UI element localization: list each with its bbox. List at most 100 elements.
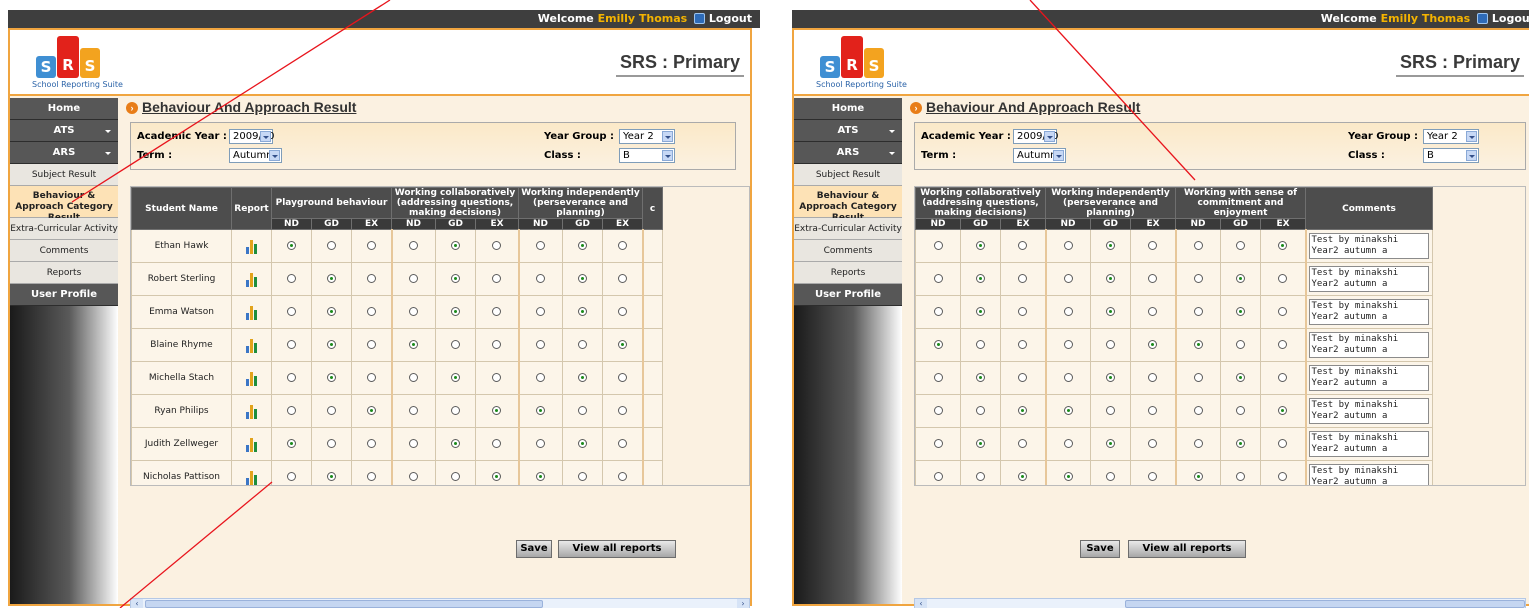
rating-radio[interactable] bbox=[1278, 439, 1288, 448]
rating-radio[interactable] bbox=[1193, 307, 1203, 316]
rating-radio[interactable] bbox=[492, 274, 502, 283]
rating-radio[interactable] bbox=[617, 439, 627, 448]
sidebar-item-extra-curricular[interactable]: Extra-Curricular Activity bbox=[10, 218, 118, 240]
rating-radio[interactable] bbox=[976, 307, 985, 316]
rating-radio[interactable] bbox=[976, 406, 985, 415]
rating-radio[interactable] bbox=[327, 307, 336, 316]
rating-radio[interactable] bbox=[976, 340, 985, 349]
rating-radio[interactable] bbox=[578, 307, 587, 316]
rating-radio[interactable] bbox=[409, 241, 419, 250]
logout-icon[interactable] bbox=[694, 13, 706, 24]
rating-radio[interactable] bbox=[1148, 241, 1158, 250]
scroll-right-icon[interactable]: › bbox=[737, 599, 749, 608]
rating-radio[interactable] bbox=[536, 241, 546, 250]
sidebar-item-user-profile[interactable]: User Profile bbox=[794, 284, 902, 306]
rating-radio[interactable] bbox=[976, 241, 985, 250]
user-name[interactable]: Emilly Thomas bbox=[598, 12, 688, 25]
rating-radio[interactable] bbox=[327, 340, 336, 349]
report-chart-icon[interactable] bbox=[245, 271, 258, 287]
rating-radio[interactable] bbox=[451, 274, 460, 283]
rating-radio[interactable] bbox=[617, 241, 627, 250]
rating-radio[interactable] bbox=[1018, 307, 1028, 316]
user-name[interactable]: Emilly Thomas bbox=[1381, 12, 1471, 25]
sidebar-item-ats[interactable]: ATS bbox=[794, 120, 902, 142]
rating-radio[interactable] bbox=[287, 241, 296, 250]
rating-radio[interactable] bbox=[933, 373, 943, 382]
rating-radio[interactable] bbox=[327, 373, 336, 382]
rating-radio[interactable] bbox=[451, 307, 460, 316]
rating-radio[interactable] bbox=[617, 373, 627, 382]
rating-radio[interactable] bbox=[1063, 340, 1073, 349]
sidebar-item-comments[interactable]: Comments bbox=[10, 240, 118, 262]
rating-radio[interactable] bbox=[1278, 406, 1288, 415]
rating-radio[interactable] bbox=[1193, 340, 1203, 349]
rating-radio[interactable] bbox=[287, 406, 296, 415]
save-button[interactable]: Save bbox=[1080, 540, 1120, 558]
sidebar-item-comments[interactable]: Comments bbox=[794, 240, 902, 262]
rating-radio[interactable] bbox=[492, 340, 502, 349]
sidebar-item-reports[interactable]: Reports bbox=[794, 262, 902, 284]
rating-radio[interactable] bbox=[1106, 472, 1115, 481]
sidebar-item-home[interactable]: Home bbox=[10, 98, 118, 120]
sidebar-item-user-profile[interactable]: User Profile bbox=[10, 284, 118, 306]
rating-radio[interactable] bbox=[1106, 439, 1115, 448]
rating-radio[interactable] bbox=[492, 439, 502, 448]
comment-textarea[interactable]: Test by minakshi Year2 autumn a bbox=[1308, 266, 1429, 292]
sidebar-item-subject-result[interactable]: Subject Result bbox=[10, 164, 118, 186]
rating-radio[interactable] bbox=[578, 373, 587, 382]
rating-radio[interactable] bbox=[451, 340, 460, 349]
rating-radio[interactable] bbox=[1236, 340, 1245, 349]
sidebar-item-reports[interactable]: Reports bbox=[10, 262, 118, 284]
rating-radio[interactable] bbox=[976, 472, 985, 481]
rating-radio[interactable] bbox=[492, 406, 502, 415]
rating-radio[interactable] bbox=[287, 340, 296, 349]
rating-radio[interactable] bbox=[976, 274, 985, 283]
rating-radio[interactable] bbox=[578, 274, 587, 283]
term-select[interactable]: Autumn bbox=[229, 148, 282, 163]
rating-radio[interactable] bbox=[536, 439, 546, 448]
logout-icon[interactable] bbox=[1477, 13, 1489, 24]
sidebar-item-ars[interactable]: ARS bbox=[794, 142, 902, 164]
rating-radio[interactable] bbox=[933, 274, 943, 283]
rating-radio[interactable] bbox=[366, 439, 376, 448]
rating-radio[interactable] bbox=[1236, 406, 1245, 415]
rating-radio[interactable] bbox=[578, 406, 587, 415]
rating-radio[interactable] bbox=[933, 340, 943, 349]
rating-radio[interactable] bbox=[492, 307, 502, 316]
rating-radio[interactable] bbox=[1018, 274, 1028, 283]
rating-radio[interactable] bbox=[1278, 274, 1288, 283]
horizontal-scrollbar[interactable]: ‹ bbox=[914, 598, 1526, 608]
rating-radio[interactable] bbox=[933, 307, 943, 316]
rating-radio[interactable] bbox=[1018, 340, 1028, 349]
rating-radio[interactable] bbox=[1193, 373, 1203, 382]
rating-radio[interactable] bbox=[1148, 472, 1158, 481]
rating-radio[interactable] bbox=[451, 373, 460, 382]
rating-radio[interactable] bbox=[1063, 307, 1073, 316]
rating-radio[interactable] bbox=[492, 472, 502, 481]
rating-radio[interactable] bbox=[451, 439, 460, 448]
rating-radio[interactable] bbox=[492, 241, 502, 250]
scroll-thumb[interactable] bbox=[1125, 600, 1525, 608]
rating-radio[interactable] bbox=[366, 472, 376, 481]
rating-radio[interactable] bbox=[1193, 439, 1203, 448]
rating-radio[interactable] bbox=[1148, 439, 1158, 448]
comment-textarea[interactable]: Test by minakshi Year2 autumn a bbox=[1308, 464, 1429, 485]
rating-radio[interactable] bbox=[1278, 241, 1288, 250]
rating-radio[interactable] bbox=[933, 406, 943, 415]
rating-radio[interactable] bbox=[366, 241, 376, 250]
rating-radio[interactable] bbox=[366, 406, 376, 415]
rating-radio[interactable] bbox=[327, 241, 336, 250]
year-group-select[interactable]: Year 2 bbox=[1423, 129, 1479, 144]
sidebar-item-ats[interactable]: ATS bbox=[10, 120, 118, 142]
rating-radio[interactable] bbox=[578, 340, 587, 349]
rating-radio[interactable] bbox=[1106, 373, 1115, 382]
rating-radio[interactable] bbox=[327, 472, 336, 481]
sidebar-item-behaviour-result[interactable]: Behaviour & Approach Category Result bbox=[10, 186, 118, 223]
rating-radio[interactable] bbox=[1063, 373, 1073, 382]
rating-radio[interactable] bbox=[287, 274, 296, 283]
rating-radio[interactable] bbox=[1063, 241, 1073, 250]
rating-radio[interactable] bbox=[451, 406, 460, 415]
rating-radio[interactable] bbox=[1148, 373, 1158, 382]
rating-radio[interactable] bbox=[366, 340, 376, 349]
report-chart-icon[interactable] bbox=[245, 403, 258, 419]
